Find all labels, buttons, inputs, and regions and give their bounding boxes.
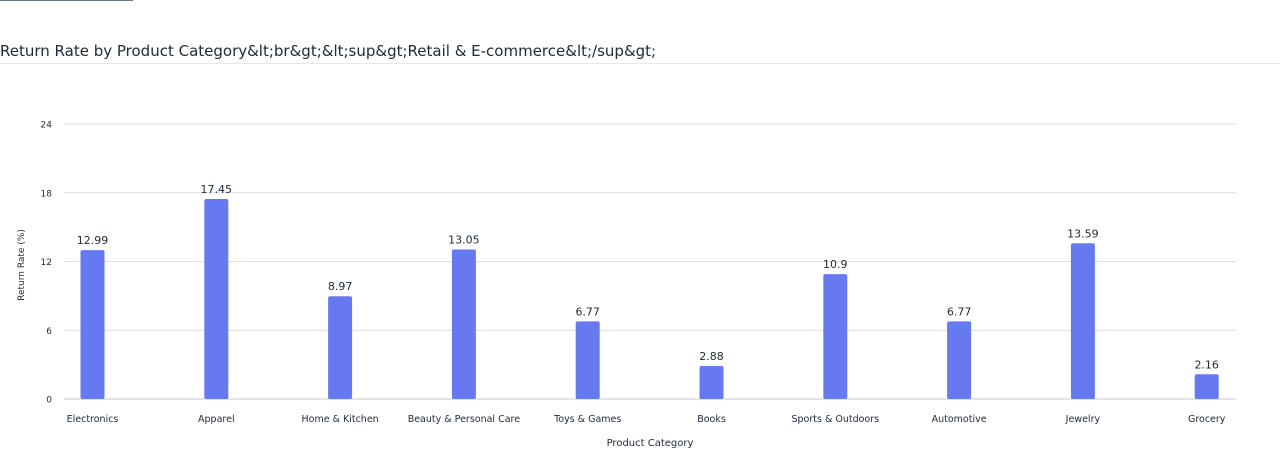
data-label: 13.59 (1067, 227, 1099, 240)
data-label: 17.45 (201, 183, 233, 196)
x-tick-label: Toys & Games (553, 414, 621, 425)
bars (80, 199, 1219, 399)
data-label: 12.99 (77, 234, 109, 247)
data-label: 8.97 (328, 280, 353, 293)
y-axis-ticks: 0 6 12 18 24 (41, 121, 53, 406)
bar (80, 250, 105, 399)
data-label: 2.88 (699, 350, 724, 363)
bar (1194, 374, 1219, 399)
data-label: 2.16 (1194, 358, 1219, 371)
data-label: 6.77 (947, 305, 972, 318)
x-tick-label: Grocery (1188, 414, 1226, 425)
bar (328, 296, 353, 399)
x-tick-label: Jewelry (1065, 414, 1101, 425)
y-axis-title: Return Rate (%) (17, 229, 27, 301)
data-labels: 12.99 17.45 8.97 13.05 6.77 2.88 10.9 6.77 13.59… (77, 183, 1219, 371)
data-label: 13.05 (448, 233, 480, 246)
data-label: 6.77 (575, 305, 600, 318)
y-tick-label: 6 (46, 327, 52, 337)
y-tick-label: 12 (41, 258, 52, 268)
x-tick-label: Home & Kitchen (301, 414, 378, 425)
y-tick-label: 0 (46, 396, 52, 406)
x-axis-title: Product Category (607, 438, 694, 449)
x-tick-label: Automotive (932, 414, 987, 425)
bar (947, 321, 972, 399)
x-tick-label: Apparel (198, 414, 235, 425)
x-tick-label: Sports & Outdoors (791, 414, 879, 425)
y-tick-label: 18 (41, 189, 53, 199)
bar (451, 249, 476, 399)
x-axis-ticks: Electronics Apparel Home & Kitchen Beauty &… (67, 414, 1226, 425)
bar (575, 321, 600, 399)
bar (823, 274, 848, 399)
x-tick-label: Electronics (67, 414, 119, 425)
bar (1070, 243, 1095, 399)
gridlines (64, 123, 1236, 400)
x-tick-label: Beauty & Personal Care (408, 414, 521, 425)
y-tick-label: 24 (41, 121, 53, 131)
data-label: 10.9 (823, 258, 848, 271)
bar (699, 366, 724, 399)
bar-chart: 0 6 12 18 24 12.99 17.45 8.97 13.05 6.77 2.88 10.9… (17, 121, 1236, 449)
x-tick-label: Books (697, 414, 726, 425)
bar (204, 199, 229, 399)
